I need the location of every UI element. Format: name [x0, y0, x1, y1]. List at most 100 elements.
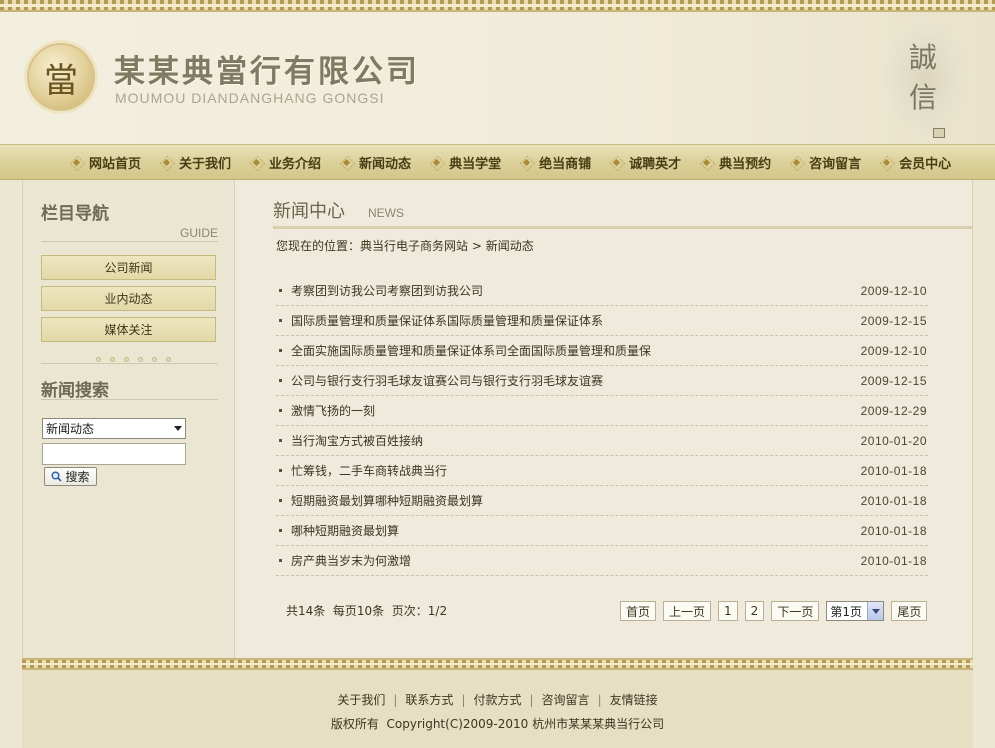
footer-separator: |: [597, 693, 602, 707]
news-title[interactable]: 当行淘宝方式被百姓接纳: [291, 432, 859, 449]
footer-separator: |: [529, 693, 534, 707]
news-title[interactable]: 房产典当岁末为何激增: [291, 552, 859, 569]
nav-item-news[interactable]: 新闻动态: [342, 153, 411, 172]
sidebar-item-media[interactable]: 媒体关注: [41, 317, 216, 342]
content-wrapper: 栏目导航 GUIDE 公司新闻 业内动态 媒体关注 新闻搜索 新闻动态 搜索 新…: [22, 180, 973, 658]
news-row[interactable]: 激情飞扬的一刻 2009-12-29: [276, 396, 928, 426]
nav-item-home[interactable]: 网站首页: [72, 153, 141, 172]
nav-item-shop[interactable]: 绝当商铺: [522, 153, 591, 172]
bullet-icon: [279, 349, 282, 352]
news-row[interactable]: 国际质量管理和质量保证体系国际质量管理和质量保证体系 2009-12-15: [276, 306, 928, 336]
footer-decorative-border: [22, 658, 973, 670]
news-row[interactable]: 考察团到访我公司考察团到访我公司 2009-12-10: [276, 276, 928, 306]
news-row[interactable]: 公司与银行支行羽毛球友谊赛公司与银行支行羽毛球友谊赛 2009-12-15: [276, 366, 928, 396]
diamond-icon: [522, 158, 531, 167]
footer-link-message[interactable]: 咨询留言: [542, 693, 590, 707]
news-row[interactable]: 房产典当岁末为何激增 2010-01-18: [276, 546, 928, 576]
diamond-icon: [72, 158, 81, 167]
prev-page-button[interactable]: 上一页: [663, 601, 712, 621]
search-input[interactable]: [42, 443, 186, 465]
diamond-icon: [882, 158, 891, 167]
diamond-icon: [342, 158, 351, 167]
sidebar-item-industry-news[interactable]: 业内动态: [41, 286, 216, 311]
footer-links: 关于我们 | 联系方式 | 付款方式 | 咨询留言 | 友情链接: [22, 691, 973, 708]
sidebar-guide-title: 栏目导航: [41, 204, 109, 224]
news-title[interactable]: 短期融资最划算哪种短期融资最划算: [291, 492, 859, 509]
chevron-down-icon: [867, 602, 884, 620]
footer-link-friends[interactable]: 友情链接: [610, 693, 658, 707]
magnifier-icon: [51, 471, 63, 482]
sidebar-item-company-news[interactable]: 公司新闻: [41, 255, 216, 280]
news-date: 2009-12-15: [860, 373, 927, 388]
news-title[interactable]: 国际质量管理和质量保证体系国际质量管理和质量保证体系: [291, 312, 859, 329]
footer-separator: |: [461, 693, 466, 707]
page-1-button[interactable]: 1: [718, 601, 738, 621]
next-page-button[interactable]: 下一页: [771, 601, 820, 621]
news-row[interactable]: 短期融资最划算哪种短期融资最划算 2010-01-18: [276, 486, 928, 516]
nav-item-business[interactable]: 业务介绍: [252, 153, 321, 172]
nav-item-label: 绝当商铺: [539, 156, 592, 172]
breadcrumb-prefix: 您现在的位置：: [276, 239, 361, 253]
news-title[interactable]: 全面实施国际质量管理和质量保证体系司全面国际质量管理和质量保: [291, 342, 859, 359]
seal-logo-icon[interactable]: 當: [27, 43, 95, 111]
news-title[interactable]: 忙筹钱，二手车商转战典当行: [291, 462, 859, 479]
sidebar-guide-subtitle: GUIDE: [41, 226, 218, 242]
news-row[interactable]: 全面实施国际质量管理和质量保证体系司全面国际质量管理和质量保 2009-12-1…: [276, 336, 928, 366]
bullet-icon: [279, 439, 282, 442]
nav-item-about[interactable]: 关于我们: [162, 153, 231, 172]
bullet-icon: [279, 319, 282, 322]
nav-item-member[interactable]: 会员中心: [882, 153, 951, 172]
sidebar-item-label: 业内动态: [104, 292, 153, 306]
page-jump-select[interactable]: 第1页: [826, 601, 885, 621]
news-title[interactable]: 哪种短期融资最划算: [291, 522, 859, 539]
bullet-icon: [279, 559, 282, 562]
nav-item-jobs[interactable]: 诚聘英才: [612, 153, 681, 172]
page-2-button[interactable]: 2: [744, 601, 765, 621]
search-select-value: 新闻动态: [46, 422, 95, 436]
last-page-button[interactable]: 尾页: [891, 601, 928, 621]
calligraphy-decoration: [707, 24, 877, 136]
news-date: 2010-01-20: [860, 433, 927, 448]
bullet-icon: [279, 469, 282, 472]
breadcrumb-home-link[interactable]: 典当行电子商务网站: [360, 239, 468, 253]
news-title[interactable]: 公司与银行支行羽毛球友谊赛公司与银行支行羽毛球友谊赛: [291, 372, 859, 389]
sidebar: 栏目导航 GUIDE 公司新闻 业内动态 媒体关注 新闻搜索 新闻动态 搜索: [23, 180, 235, 658]
main-content: 新闻中心 NEWS 您现在的位置：典当行电子商务网站 > 新闻动态 考察团到访我…: [236, 180, 974, 658]
title-divider: [273, 226, 972, 229]
news-date: 2010-01-18: [860, 523, 927, 538]
diamond-icon: [432, 158, 441, 167]
nav-item-label: 会员中心: [899, 156, 952, 172]
nav-item-booking[interactable]: 典当预约: [702, 153, 771, 172]
page-title-en: NEWS: [368, 206, 404, 220]
nav-item-label: 典当学堂: [449, 156, 502, 172]
search-category-select[interactable]: 新闻动态: [42, 418, 186, 439]
footer-link-payment[interactable]: 付款方式: [473, 693, 521, 707]
news-date: 2010-01-18: [860, 493, 927, 508]
footer-link-contact[interactable]: 联系方式: [405, 693, 453, 707]
nav-item-label: 网站首页: [89, 156, 142, 172]
search-button[interactable]: 搜索: [44, 467, 97, 486]
site-footer: 关于我们 | 联系方式 | 付款方式 | 咨询留言 | 友情链接 版权所有 Copyright(…: [22, 670, 973, 748]
first-page-button[interactable]: 首页: [620, 601, 657, 621]
news-title[interactable]: 激情飞扬的一刻: [291, 402, 859, 419]
nav-item-label: 新闻动态: [359, 156, 412, 172]
nav-item-message[interactable]: 咨询留言: [792, 153, 861, 172]
news-title[interactable]: 考察团到访我公司考察团到访我公司: [291, 282, 859, 299]
news-row[interactable]: 忙筹钱，二手车商转战典当行 2010-01-18: [276, 456, 928, 486]
bullet-icon: [279, 529, 282, 532]
page-gutter-right: [973, 180, 995, 748]
news-date: 2009-12-29: [860, 403, 927, 418]
chevron-down-icon: [174, 426, 182, 431]
news-date: 2009-12-10: [860, 283, 927, 298]
diamond-icon: [162, 158, 171, 167]
news-row[interactable]: 当行淘宝方式被百姓接纳 2010-01-20: [276, 426, 928, 456]
nav-item-school[interactable]: 典当学堂: [432, 153, 501, 172]
footer-link-about[interactable]: 关于我们: [337, 693, 385, 707]
bullet-icon: [279, 379, 282, 382]
news-date: 2010-01-18: [860, 463, 927, 478]
news-row[interactable]: 哪种短期融资最划算 2010-01-18: [276, 516, 928, 546]
nav-item-label: 关于我们: [179, 156, 232, 172]
footer-separator: |: [393, 693, 398, 707]
top-decorative-border: [0, 0, 995, 12]
nav-item-label: 典当预约: [719, 156, 772, 172]
